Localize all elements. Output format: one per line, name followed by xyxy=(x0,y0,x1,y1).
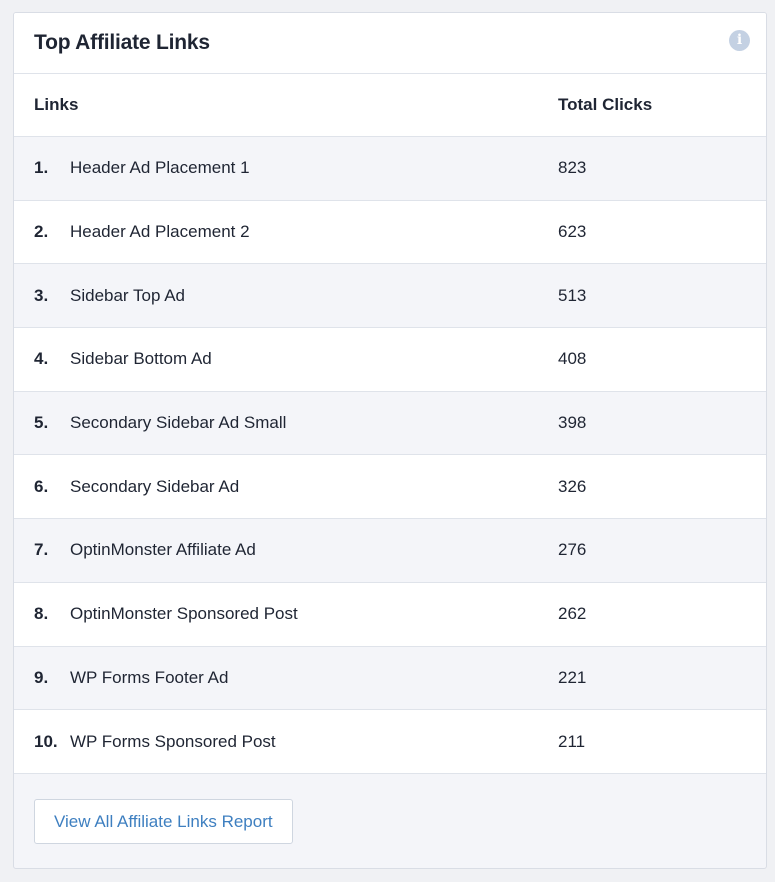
total-clicks-value: 326 xyxy=(558,476,587,496)
table-row: 6. Secondary Sidebar Ad 326 xyxy=(14,455,766,520)
table-row: 9. WP Forms Footer Ad 221 xyxy=(14,646,766,711)
total-clicks-value: 262 xyxy=(558,604,587,624)
table-row: 1. Header Ad Placement 1 823 xyxy=(14,137,766,201)
row-rank: 9. xyxy=(34,667,49,687)
table-row: 8. OptinMonster Sponsored Post 262 xyxy=(14,582,766,647)
view-all-affiliate-links-report-button[interactable]: View All Affiliate Links Report xyxy=(34,798,293,844)
total-clicks-value: 408 xyxy=(558,349,587,369)
table-row: 7. OptinMonster Affiliate Ad 276 xyxy=(14,519,766,583)
total-clicks-value: 513 xyxy=(558,285,587,305)
affiliate-link-name: Sidebar Top Ad xyxy=(70,285,185,305)
row-rank: 1. xyxy=(34,158,49,178)
table-header: Links Total Clicks xyxy=(14,74,766,137)
table-row: 10. WP Forms Sponsored Post 211 xyxy=(14,710,766,774)
affiliate-link-name: WP Forms Sponsored Post xyxy=(70,731,276,751)
table-row: 4. Sidebar Bottom Ad 408 xyxy=(14,328,766,392)
widget-header: Top Affiliate Links i xyxy=(14,13,766,74)
row-rank: 8. xyxy=(34,604,49,624)
row-rank: 4. xyxy=(34,349,49,369)
row-rank: 7. xyxy=(34,540,49,560)
total-clicks-value: 623 xyxy=(558,222,587,242)
affiliate-link-name: Header Ad Placement 1 xyxy=(70,158,250,178)
total-clicks-value: 211 xyxy=(558,731,586,751)
affiliate-link-name: OptinMonster Sponsored Post xyxy=(70,604,298,624)
table-body: 1. Header Ad Placement 1 823 2. Header Ad Pl… xyxy=(14,137,766,774)
info-icon[interactable]: i xyxy=(729,30,750,51)
row-rank: 3. xyxy=(34,285,49,305)
row-rank: 10. xyxy=(34,731,58,751)
affiliate-link-name: OptinMonster Affiliate Ad xyxy=(70,540,256,560)
affiliate-link-name: WP Forms Footer Ad xyxy=(70,667,229,687)
widget-footer: View All Affiliate Links Report xyxy=(14,774,766,844)
total-clicks-value: 276 xyxy=(558,540,587,560)
table-row: 5. Secondary Sidebar Ad Small 398 xyxy=(14,391,766,456)
table-row: 2. Header Ad Placement 2 623 xyxy=(14,200,766,265)
top-affiliate-links-widget: Top Affiliate Links i Links Total Clicks… xyxy=(13,12,767,869)
total-clicks-value: 221 xyxy=(558,667,587,687)
table-row: 3. Sidebar Top Ad 513 xyxy=(14,264,766,329)
widget-title: Top Affiliate Links xyxy=(34,31,210,54)
affiliate-link-name: Secondary Sidebar Ad xyxy=(70,476,240,496)
row-rank: 2. xyxy=(34,222,49,242)
total-clicks-value: 398 xyxy=(558,413,587,433)
links-column-header: Links xyxy=(34,95,79,114)
total-clicks-value: 823 xyxy=(558,158,587,178)
total-clicks-column-header: Total Clicks xyxy=(558,95,653,114)
affiliate-link-name: Header Ad Placement 2 xyxy=(70,222,250,242)
row-rank: 5. xyxy=(34,413,49,433)
affiliate-link-name: Secondary Sidebar Ad Small xyxy=(70,413,287,433)
row-rank: 6. xyxy=(34,476,49,496)
affiliate-link-name: Sidebar Bottom Ad xyxy=(70,349,212,369)
